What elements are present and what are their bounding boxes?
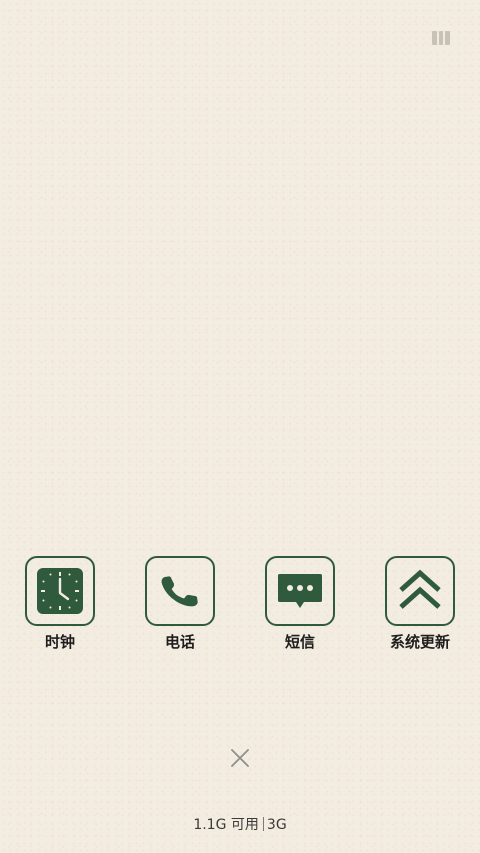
memory-total: 3G xyxy=(266,817,287,833)
app-tile[interactable] xyxy=(385,556,455,626)
app-phone[interactable]: 电话 xyxy=(120,556,240,651)
memory-available: 1.1G 可用 xyxy=(193,817,259,833)
memory-divider xyxy=(262,817,264,831)
icon-bar xyxy=(432,31,437,45)
app-messages[interactable]: 短信 xyxy=(240,556,360,651)
app-tile[interactable] xyxy=(25,556,95,626)
app-clock[interactable]: 时钟 xyxy=(0,556,120,651)
app-tile[interactable] xyxy=(145,556,215,626)
app-label: 电话 xyxy=(164,633,195,651)
phone-icon xyxy=(161,576,198,607)
memory-status: 1.1G 可用 3G xyxy=(0,815,480,835)
recent-apps-icon[interactable] xyxy=(432,31,451,45)
app-system-update[interactable]: 系统更新 xyxy=(360,556,480,651)
clock-icon xyxy=(37,568,83,614)
icon-bar xyxy=(445,31,451,45)
app-label: 系统更新 xyxy=(389,633,450,651)
app-tile[interactable] xyxy=(265,556,335,626)
system-update-icon xyxy=(399,569,441,609)
close-icon[interactable] xyxy=(229,747,251,769)
app-label: 时钟 xyxy=(44,633,75,651)
recent-apps-screen: 时钟 电话 短信 系统更新 1.1G 可用 3G xyxy=(0,0,480,853)
icon-bar xyxy=(438,31,444,45)
message-icon xyxy=(278,574,322,608)
app-label: 短信 xyxy=(284,633,315,651)
recent-apps-list: 时钟 电话 短信 系统更新 xyxy=(0,556,480,666)
